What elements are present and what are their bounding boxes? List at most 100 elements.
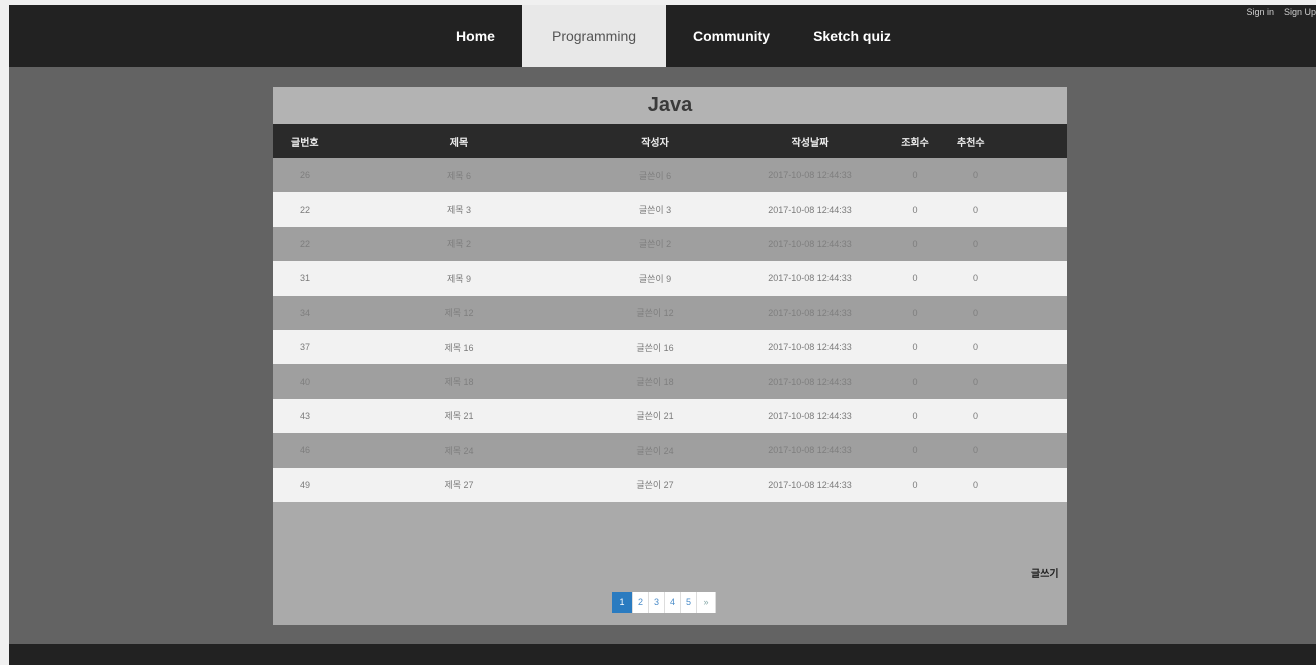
post-title[interactable]: 제목 3 bbox=[343, 192, 575, 227]
post-number: 22 bbox=[273, 192, 343, 227]
post-likes: 0 bbox=[945, 261, 1067, 296]
post-author: 글쓴이 3 bbox=[575, 192, 735, 227]
page-link-5[interactable]: 5 bbox=[681, 592, 697, 613]
board-title: Java bbox=[273, 87, 1067, 124]
post-date: 2017-10-08 12:44:33 bbox=[735, 467, 885, 502]
post-date: 2017-10-08 12:44:33 bbox=[735, 192, 885, 227]
nav-home[interactable]: Home bbox=[429, 5, 522, 67]
post-date: 2017-10-08 12:44:33 bbox=[735, 329, 885, 365]
column-header-views: 조회수 bbox=[885, 124, 945, 158]
post-date: 2017-10-08 12:44:33 bbox=[735, 226, 885, 262]
post-number: 22 bbox=[273, 226, 343, 262]
column-header-author: 작성자 bbox=[575, 124, 735, 158]
table-row[interactable]: 43 제목 21 글쓴이 21 2017-10-08 12:44:33 0 0 bbox=[273, 398, 1067, 434]
post-views: 0 bbox=[885, 364, 945, 399]
post-number: 49 bbox=[273, 467, 343, 502]
write-button[interactable]: 글쓰기 bbox=[1031, 565, 1059, 580]
post-likes: 0 bbox=[945, 329, 1067, 365]
table-header-row: 글번호 제목 작성자 작성날짜 조회수 추천수 bbox=[273, 124, 1067, 158]
table-body: 26 제목 6 글쓴이 6 2017-10-08 12:44:33 0 0 22 제목 3 글쓴… bbox=[273, 158, 1067, 502]
post-date: 2017-10-08 12:44:33 bbox=[735, 295, 885, 330]
post-views: 0 bbox=[885, 261, 945, 296]
table-row[interactable]: 22 제목 2 글쓴이 2 2017-10-08 12:44:33 0 0 bbox=[273, 226, 1067, 262]
sign-up-link[interactable]: Sign Up bbox=[1284, 7, 1316, 17]
page-link-2[interactable]: 2 bbox=[633, 592, 649, 613]
post-author: 글쓴이 9 bbox=[575, 261, 735, 296]
pagination: 1 2 3 4 5 » bbox=[612, 592, 716, 613]
post-title[interactable]: 제목 27 bbox=[343, 467, 575, 502]
post-author: 글쓴이 27 bbox=[575, 467, 735, 502]
nav-programming[interactable]: Programming bbox=[522, 5, 666, 67]
post-author: 글쓴이 18 bbox=[575, 364, 735, 399]
next-page-button[interactable]: » bbox=[697, 592, 716, 613]
post-number: 37 bbox=[273, 329, 343, 365]
page-link-1[interactable]: 1 bbox=[612, 592, 633, 613]
column-header-likes: 추천수 bbox=[945, 124, 1067, 158]
post-views: 0 bbox=[885, 433, 945, 468]
sign-in-link[interactable]: Sign in bbox=[1246, 7, 1274, 17]
post-date: 2017-10-08 12:44:33 bbox=[735, 158, 885, 193]
top-navbar: Home Programming Community Sketch quiz S… bbox=[9, 5, 1316, 67]
column-header-date: 작성날짜 bbox=[735, 124, 885, 158]
post-likes: 0 bbox=[945, 433, 1067, 468]
table-row[interactable]: 22 제목 3 글쓴이 3 2017-10-08 12:44:33 0 0 bbox=[273, 192, 1067, 227]
post-views: 0 bbox=[885, 192, 945, 227]
table-row[interactable]: 49 제목 27 글쓴이 27 2017-10-08 12:44:33 0 0 bbox=[273, 467, 1067, 502]
nav-sketch-quiz[interactable]: Sketch quiz bbox=[797, 5, 907, 67]
post-number: 43 bbox=[273, 398, 343, 434]
column-header-number: 글번호 bbox=[273, 124, 343, 158]
table-row[interactable]: 34 제목 12 글쓴이 12 2017-10-08 12:44:33 0 0 bbox=[273, 295, 1067, 330]
post-views: 0 bbox=[885, 158, 945, 193]
post-title[interactable]: 제목 21 bbox=[343, 398, 575, 434]
table-row[interactable]: 37 제목 16 글쓴이 16 2017-10-08 12:44:33 0 0 bbox=[273, 329, 1067, 365]
post-number: 31 bbox=[273, 261, 343, 296]
post-likes: 0 bbox=[945, 192, 1067, 227]
post-likes: 0 bbox=[945, 295, 1067, 330]
post-views: 0 bbox=[885, 226, 945, 262]
post-views: 0 bbox=[885, 398, 945, 434]
post-author: 글쓴이 16 bbox=[575, 329, 735, 365]
post-date: 2017-10-08 12:44:33 bbox=[735, 433, 885, 468]
post-likes: 0 bbox=[945, 398, 1067, 434]
main-nav: Home Programming Community Sketch quiz bbox=[429, 5, 907, 67]
nav-community[interactable]: Community bbox=[666, 5, 797, 67]
post-table: 글번호 제목 작성자 작성날짜 조회수 추천수 26 제목 6 글쓴이 6 2017-… bbox=[273, 124, 1067, 502]
post-title[interactable]: 제목 24 bbox=[343, 433, 575, 468]
page-link-3[interactable]: 3 bbox=[649, 592, 665, 613]
board-panel: Java 글번호 제목 작성자 작성날짜 조회수 추천수 26 제목 6 글쓴이 6… bbox=[273, 87, 1067, 625]
auth-links: Sign in Sign Up bbox=[1246, 7, 1316, 17]
post-number: 34 bbox=[273, 295, 343, 330]
table-row[interactable]: 46 제목 24 글쓴이 24 2017-10-08 12:44:33 0 0 bbox=[273, 433, 1067, 468]
post-title[interactable]: 제목 2 bbox=[343, 226, 575, 262]
post-author: 글쓴이 12 bbox=[575, 295, 735, 330]
post-date: 2017-10-08 12:44:33 bbox=[735, 398, 885, 434]
post-number: 26 bbox=[273, 158, 343, 193]
page-link-4[interactable]: 4 bbox=[665, 592, 681, 613]
post-title[interactable]: 제목 18 bbox=[343, 364, 575, 399]
column-header-title: 제목 bbox=[343, 124, 575, 158]
post-likes: 0 bbox=[945, 158, 1067, 193]
post-author: 글쓴이 21 bbox=[575, 398, 735, 434]
post-likes: 0 bbox=[945, 467, 1067, 502]
post-author: 글쓴이 24 bbox=[575, 433, 735, 468]
post-title[interactable]: 제목 16 bbox=[343, 329, 575, 365]
post-date: 2017-10-08 12:44:33 bbox=[735, 261, 885, 296]
post-author: 글쓴이 2 bbox=[575, 226, 735, 262]
post-number: 40 bbox=[273, 364, 343, 399]
post-title[interactable]: 제목 9 bbox=[343, 261, 575, 296]
post-views: 0 bbox=[885, 295, 945, 330]
table-row[interactable]: 26 제목 6 글쓴이 6 2017-10-08 12:44:33 0 0 bbox=[273, 158, 1067, 193]
table-row[interactable]: 31 제목 9 글쓴이 9 2017-10-08 12:44:33 0 0 bbox=[273, 261, 1067, 296]
post-number: 46 bbox=[273, 433, 343, 468]
post-views: 0 bbox=[885, 467, 945, 502]
post-title[interactable]: 제목 12 bbox=[343, 295, 575, 330]
post-title[interactable]: 제목 6 bbox=[343, 158, 575, 193]
post-likes: 0 bbox=[945, 226, 1067, 262]
post-author: 글쓴이 6 bbox=[575, 158, 735, 193]
post-likes: 0 bbox=[945, 364, 1067, 399]
post-date: 2017-10-08 12:44:33 bbox=[735, 364, 885, 399]
table-row[interactable]: 40 제목 18 글쓴이 18 2017-10-08 12:44:33 0 0 bbox=[273, 364, 1067, 399]
footer-bar bbox=[9, 644, 1316, 665]
post-views: 0 bbox=[885, 329, 945, 365]
page-frame: Home Programming Community Sketch quiz S… bbox=[9, 5, 1316, 665]
